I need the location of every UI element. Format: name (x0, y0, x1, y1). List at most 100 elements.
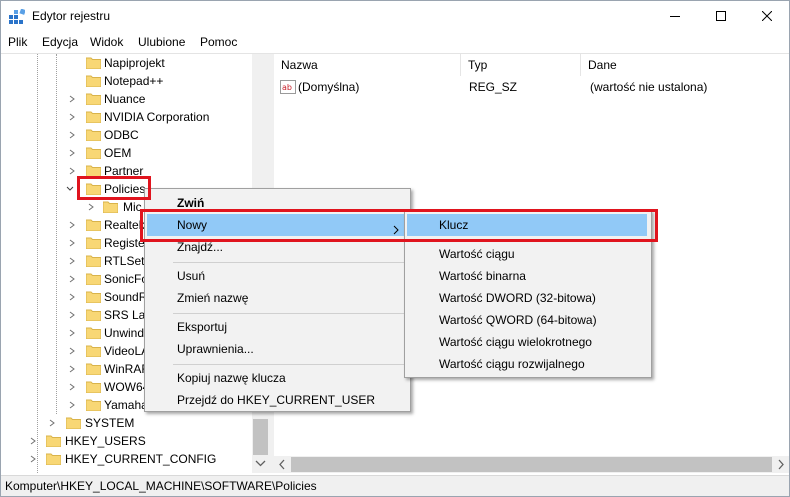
folder-icon (85, 74, 102, 88)
maximize-button[interactable] (698, 1, 744, 32)
menu-pomoc[interactable]: Pomoc (200, 35, 237, 49)
submenu-item-dword-value[interactable]: Wartość DWORD (32-bitowa) (407, 287, 647, 309)
chevron-right-icon[interactable] (66, 90, 78, 108)
submenu-item-expandable-string-value[interactable]: Wartość ciągu rozwijalnego (407, 353, 647, 375)
folder-icon (85, 128, 102, 142)
chevron-right-icon[interactable] (66, 288, 78, 306)
minimize-button[interactable] (652, 1, 698, 32)
menu-edycja[interactable]: Edycja (42, 35, 78, 49)
list-horizontal-scrollbar[interactable] (274, 456, 789, 473)
value-name: (Domyślna) (298, 80, 360, 94)
regedit-icon (9, 8, 26, 25)
chevron-right-icon[interactable] (46, 414, 58, 432)
folder-icon (85, 398, 102, 412)
menu-ulubione[interactable]: Ulubione (138, 35, 185, 49)
menu-item-goto-hkcu[interactable]: Przejdź do HKEY_CURRENT_USER (147, 389, 406, 411)
menu-separator (173, 364, 405, 365)
menu-plik[interactable]: Plik (8, 35, 27, 49)
chevron-right-icon[interactable] (66, 324, 78, 342)
scroll-right-icon[interactable] (772, 456, 789, 473)
chevron-right-icon[interactable] (27, 432, 39, 450)
chevron-right-icon[interactable] (66, 270, 78, 288)
menu-item-permissions[interactable]: Uprawnienia... (147, 338, 406, 360)
scrollbar-thumb[interactable] (253, 419, 268, 455)
menu-item-rename[interactable]: Zmień nazwę (147, 287, 406, 309)
menu-item-delete[interactable]: Usuń (147, 265, 406, 287)
folder-icon (85, 110, 102, 124)
chevron-right-icon[interactable] (66, 162, 78, 180)
title-bar[interactable]: Edytor rejestru (1, 1, 789, 32)
chevron-right-icon[interactable] (66, 216, 78, 234)
menu-bar: Plik Edycja Widok Ulubione Pomoc (1, 32, 789, 54)
chevron-down-icon[interactable] (64, 180, 76, 198)
scroll-down-icon[interactable] (255, 458, 266, 472)
close-button[interactable] (744, 1, 789, 32)
folder-icon (85, 182, 102, 196)
string-value-icon: ab (280, 80, 296, 94)
tree-guide-line (56, 54, 57, 414)
chevron-right-icon[interactable] (66, 126, 78, 144)
context-menu: Zwiń Nowy Znajdź... Usuń Zmień nazwę Eks… (144, 188, 411, 412)
chevron-right-icon[interactable] (66, 108, 78, 126)
menu-separator (173, 262, 405, 263)
folder-icon (85, 236, 102, 250)
folder-icon (45, 452, 62, 466)
folder-icon (85, 56, 102, 70)
chevron-right-icon[interactable] (66, 234, 78, 252)
window-title: Edytor rejestru (32, 9, 111, 23)
folder-icon (85, 326, 102, 340)
new-submenu: Klucz Wartość ciągu Wartość binarna Wart… (404, 210, 652, 378)
folder-icon (85, 164, 102, 178)
chevron-right-icon[interactable] (85, 198, 97, 216)
folder-icon (45, 434, 62, 448)
folder-icon (85, 308, 102, 322)
chevron-right-icon[interactable] (66, 396, 78, 414)
value-row[interactable]: ab (Domyślna) REG_SZ (wartość nie ustalo… (280, 78, 780, 96)
close-icon (762, 11, 772, 21)
menu-separator (173, 313, 405, 314)
minimize-icon (670, 16, 680, 17)
scroll-left-icon[interactable] (274, 456, 291, 473)
chevron-right-icon[interactable] (66, 378, 78, 396)
chevron-right-icon[interactable] (27, 450, 39, 468)
folder-icon (85, 92, 102, 106)
column-header-data[interactable]: Dane (581, 54, 789, 76)
folder-icon (65, 416, 82, 430)
folder-icon (85, 218, 102, 232)
column-header-name[interactable]: Nazwa (274, 54, 461, 76)
folder-icon (85, 362, 102, 376)
value-type: REG_SZ (469, 80, 518, 94)
chevron-right-icon[interactable] (66, 252, 78, 270)
submenu-item-binary-value[interactable]: Wartość binarna (407, 265, 647, 287)
menu-item-copy-key-name[interactable]: Kopiuj nazwę klucza (147, 367, 406, 389)
tree-guide-line (37, 54, 38, 473)
folder-icon (85, 146, 102, 160)
submenu-item-qword-value[interactable]: Wartość QWORD (64-bitowa) (407, 309, 647, 331)
chevron-right-icon[interactable] (66, 360, 78, 378)
submenu-item-key[interactable]: Klucz (407, 214, 647, 236)
chevron-right-icon[interactable] (66, 144, 78, 162)
svg-text:ab: ab (282, 83, 292, 92)
column-header-type[interactable]: Typ (461, 54, 581, 76)
menu-item-collapse[interactable]: Zwiń (147, 192, 406, 214)
folder-icon (85, 290, 102, 304)
status-bar-path: Komputer\HKEY_LOCAL_MACHINE\SOFTWARE\Pol… (1, 475, 789, 496)
folder-icon (85, 380, 102, 394)
submenu-item-multi-string-value[interactable]: Wartość ciągu wielokrotnego (407, 331, 647, 353)
scrollbar-thumb[interactable] (291, 457, 772, 472)
menu-item-new[interactable]: Nowy (147, 214, 406, 236)
regedit-window: Edytor rejestru Plik Edycja Widok Ulubio… (0, 0, 790, 497)
chevron-right-icon[interactable] (66, 306, 78, 324)
folder-icon (85, 254, 102, 268)
chevron-right-icon[interactable] (66, 342, 78, 360)
submenu-item-string-value[interactable]: Wartość ciągu (407, 243, 647, 265)
folder-icon (85, 272, 102, 286)
maximize-icon (716, 11, 726, 21)
folder-icon (102, 200, 119, 214)
folder-icon (85, 344, 102, 358)
menu-separator (433, 240, 647, 241)
menu-item-export[interactable]: Eksportuj (147, 316, 406, 338)
menu-item-find[interactable]: Znajdź... (147, 236, 406, 258)
value-data: (wartość nie ustalona) (590, 80, 708, 94)
menu-widok[interactable]: Widok (90, 35, 123, 49)
